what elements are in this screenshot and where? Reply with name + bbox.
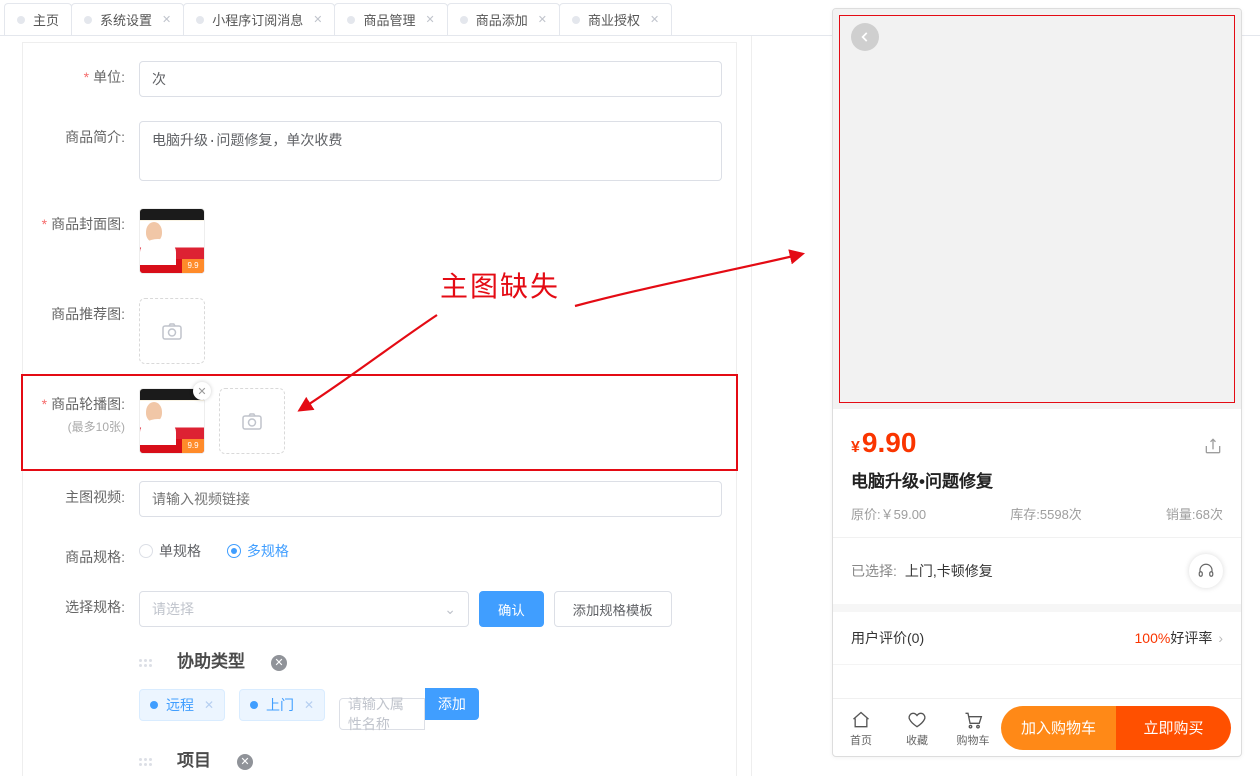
nav-cart[interactable]: 购物车 (945, 708, 1001, 748)
tab-home[interactable]: 主页 (4, 3, 72, 35)
drag-icon[interactable] (139, 749, 153, 775)
upload-recommend[interactable] (139, 298, 205, 364)
row-cover: *商品封面图: 9.9 (23, 196, 736, 286)
tab-subscription[interactable]: 小程序订阅消息 ✕ (183, 3, 335, 35)
chevron-right-icon: › (1218, 630, 1223, 646)
spec-group-head: 项目 ✕ (139, 744, 722, 776)
drag-icon[interactable] (139, 650, 153, 676)
price: ¥9.90 (851, 427, 916, 459)
bottom-bar: 首页 收藏 购物车 加入购物车 立即购买 (833, 698, 1241, 756)
product-title: 电脑升级•问题修复 (833, 465, 1241, 500)
label-recommend: 商品推荐图: (51, 306, 125, 322)
label-unit: 单位: (93, 69, 125, 85)
row-recommend: 商品推荐图: (23, 286, 736, 376)
spec-group-head: 协助类型 ✕ (139, 645, 722, 680)
preview-image-area (833, 9, 1241, 409)
product-form: *单位: 商品简介: 电脑升级·问题修复，单次收费 *商品封面图: 9.9 商品… (0, 36, 752, 776)
row-brief: 商品简介: 电脑升级·问题修复，单次收费 (23, 109, 736, 196)
row-video: 主图视频: (23, 469, 736, 529)
radio-multi-spec[interactable]: 多规格 (227, 541, 289, 561)
share-icon[interactable] (1203, 436, 1223, 459)
close-icon[interactable]: ✕ (193, 382, 211, 400)
selected-row[interactable]: 已选择:上门,卡顿修复 (833, 538, 1241, 612)
add-attr-button[interactable]: 添加 (425, 688, 479, 720)
close-icon[interactable]: ✕ (313, 13, 322, 26)
row-unit: *单位: (23, 49, 736, 109)
back-icon[interactable] (851, 23, 879, 51)
close-icon[interactable]: ✕ (538, 13, 547, 26)
reviews-row[interactable]: 用户评价(0) 100%好评率› (833, 612, 1241, 664)
product-meta: 原价:￥59.00 库存:5598次 销量:68次 (833, 500, 1241, 538)
add-template-button[interactable]: 添加规格模板 (554, 591, 672, 627)
radio-single-spec[interactable]: 单规格 (139, 541, 201, 561)
brief-textarea[interactable]: 电脑升级·问题修复，单次收费 (139, 121, 722, 181)
label-carousel: 商品轮播图: (51, 396, 125, 412)
spec-attr-input[interactable]: 请输入属性名称 (339, 698, 425, 730)
row-spec-groups: 协助类型 ✕ 远程✕ 上门✕ 请输入属性名称添加 项目 ✕ 配置升级✕ 清理弹窗… (23, 639, 736, 776)
tab-label: 主页 (33, 10, 59, 29)
cover-image[interactable]: 9.9 (139, 208, 205, 274)
close-icon[interactable]: ✕ (162, 13, 171, 26)
tab-label: 商品添加 (476, 10, 528, 29)
tab-product-add[interactable]: 商品添加 ✕ (447, 3, 560, 35)
close-icon[interactable]: ✕ (204, 698, 214, 712)
spec-select[interactable]: 请选择 ⌄ (139, 591, 469, 627)
mobile-preview: ¥9.90 电脑升级•问题修复 原价:￥59.00 库存:5598次 销量:68… (832, 8, 1242, 757)
buy-now-button[interactable]: 立即购买 (1116, 706, 1231, 750)
label-carousel-sub: (最多10张) (23, 418, 125, 435)
tab-label: 商品管理 (363, 10, 415, 29)
label-video: 主图视频: (65, 489, 125, 505)
nav-fav[interactable]: 收藏 (889, 708, 945, 748)
tab-label: 商业授权 (588, 10, 640, 29)
spec-group-title: 项目 (159, 744, 229, 776)
label-choose-spec: 选择规格: (65, 599, 125, 615)
video-input[interactable] (139, 481, 722, 517)
spec-tag[interactable]: 远程✕ (139, 689, 225, 721)
upload-carousel[interactable] (219, 388, 285, 454)
tab-label: 系统设置 (100, 10, 152, 29)
row-choose-spec: 选择规格: 请选择 ⌄ 确认 添加规格模板 (23, 579, 736, 639)
confirm-button[interactable]: 确认 (479, 591, 544, 627)
cart-icon (945, 708, 1001, 732)
close-icon[interactable]: ✕ (271, 655, 287, 671)
close-icon[interactable]: ✕ (237, 754, 253, 770)
home-icon (833, 708, 889, 732)
camera-icon (160, 319, 184, 343)
label-spec: 商品规格: (65, 549, 125, 565)
chevron-down-icon: ⌄ (444, 601, 456, 618)
nav-home[interactable]: 首页 (833, 708, 889, 748)
close-icon[interactable]: ✕ (650, 13, 659, 26)
label-cover: 商品封面图: (51, 216, 125, 232)
unit-input[interactable] (139, 61, 722, 97)
row-spec: 商品规格: 单规格 多规格 (23, 529, 736, 579)
heart-icon (889, 708, 945, 732)
spec-tag[interactable]: 上门✕ (239, 689, 325, 721)
carousel-item[interactable]: 9.9 ✕ (139, 388, 205, 454)
tab-license[interactable]: 商业授权 ✕ (559, 3, 672, 35)
add-to-cart-button[interactable]: 加入购物车 (1001, 706, 1116, 750)
annotation-border (839, 15, 1235, 403)
close-icon[interactable]: ✕ (426, 13, 435, 26)
close-icon[interactable]: ✕ (304, 698, 314, 712)
tab-system-settings[interactable]: 系统设置 ✕ (71, 3, 184, 35)
tab-label: 小程序订阅消息 (212, 10, 303, 29)
tab-product-manage[interactable]: 商品管理 ✕ (334, 3, 447, 35)
customer-service-icon[interactable] (1189, 554, 1223, 588)
label-brief: 商品简介: (65, 129, 125, 145)
row-carousel: *商品轮播图:(最多10张) 9.9 ✕ (23, 376, 736, 469)
spec-group-title: 协助类型 (159, 645, 263, 680)
camera-icon (240, 409, 264, 433)
